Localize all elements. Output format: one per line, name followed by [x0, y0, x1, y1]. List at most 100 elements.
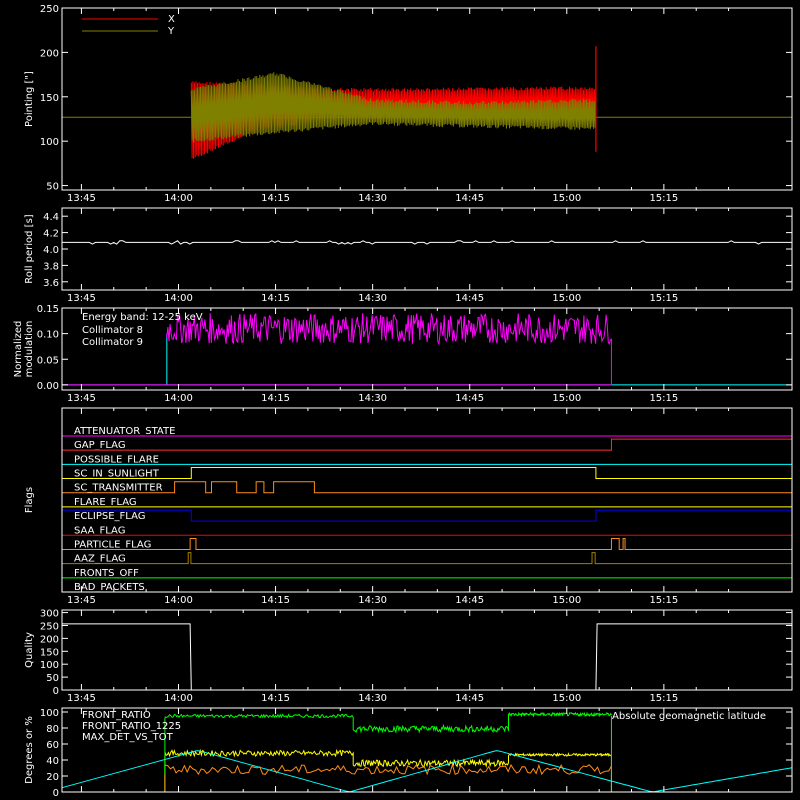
time-tick-label: 14:30: [358, 595, 387, 606]
time-tick-label: 14:45: [455, 693, 484, 704]
flag-label-aaz_flag: AAZ_FLAG: [74, 554, 126, 565]
flag-label-attenuator_state: ATTENUATOR_STATE: [74, 426, 175, 437]
flag-label-flare_flag: FLARE_FLAG: [74, 497, 137, 508]
time-tick-label: 13:45: [67, 193, 96, 204]
y-axis-label: Degrees or %: [24, 716, 35, 784]
y-tick-label: 0.15: [37, 304, 59, 315]
time-tick-label: 15:00: [552, 693, 581, 704]
time-tick-label: 15:15: [649, 193, 678, 204]
time-tick-label: 14:45: [455, 393, 484, 404]
flag-trace-gap_flag: [62, 438, 793, 451]
y-tick-label: 4.2: [43, 229, 59, 240]
y-tick-label: 40: [46, 756, 59, 767]
y-tick-label: 250: [40, 621, 59, 632]
time-tick-label: 14:00: [164, 693, 193, 704]
chart-figure: XY 13:45 14:00 14:15 14:30 14:45 15:00 15:15 Poi…: [13, 4, 793, 799]
collimator-9-trace: [62, 312, 612, 386]
y-axis-label: Roll period [s]: [24, 214, 35, 283]
y-tick-label: 150: [40, 93, 59, 104]
series-absolute-geomagnetic-latitude-trace: [61, 750, 793, 793]
time-tick-label: 14:00: [164, 193, 193, 204]
flag-label-fronts_off: FRONTS_OFF: [74, 568, 139, 579]
flag-label-eclipse_flag: ECLIPSE_FLAG: [74, 511, 145, 522]
time-tick-label: 15:15: [649, 693, 678, 704]
legend-label: FRONT_RATIO_1225: [82, 721, 181, 732]
flag-label-particle_flag: PARTICLE_FLAG: [74, 539, 151, 550]
time-tick-label: 14:15: [261, 595, 290, 606]
series-max_det_vs_tot-trace: [164, 763, 612, 792]
y-tick-label: 100: [40, 137, 59, 148]
time-tick-label: 15:00: [552, 595, 581, 606]
flag-trace-aaz_flag: [62, 552, 792, 565]
flag-label-gap_flag: GAP_FLAG: [74, 440, 126, 451]
time-tick-label: 14:00: [164, 293, 193, 304]
flag-trace-sc_transmitter: [62, 481, 792, 494]
y-tick-label: 20: [46, 772, 59, 783]
time-tick-label: 14:00: [164, 393, 193, 404]
y-tick-label: 3.6: [43, 278, 59, 289]
legend-label: Y: [167, 26, 175, 37]
y-tick-label: 0.10: [37, 330, 59, 341]
legend-label: Collimator 8: [82, 325, 143, 336]
time-tick-label: 15:00: [552, 193, 581, 204]
time-tick-label: 13:45: [67, 293, 96, 304]
time-tick-label: 14:15: [261, 293, 290, 304]
y-axis-label: Quality: [24, 632, 35, 668]
y-tick-label: 60: [46, 740, 59, 751]
time-tick-label: 15:15: [649, 293, 678, 304]
y-axis-label: Pointing ["]: [24, 71, 35, 127]
roll-period-trace: [62, 240, 792, 245]
plot-frame: [61, 609, 793, 691]
flag-trace-eclipse_flag: [61, 509, 793, 522]
time-tick-label: 15:15: [649, 595, 678, 606]
flag-trace-sc_in_sunlight: [62, 467, 792, 480]
legend-label: X: [168, 14, 175, 25]
time-tick-label: 13:45: [67, 393, 96, 404]
y-axis-label: modulation: [24, 321, 35, 378]
energy-band-annotation: Energy band: 12-25 keV: [82, 312, 203, 323]
time-tick-label: 15:15: [649, 393, 678, 404]
y-axis-label: Flags: [24, 487, 35, 513]
y-tick-label: 200: [40, 634, 59, 645]
y-tick-label: 100: [40, 660, 59, 671]
time-tick-label: 15:00: [552, 293, 581, 304]
y-tick-label: 0: [53, 788, 59, 799]
time-tick-label: 14:45: [455, 193, 484, 204]
time-tick-label: 14:00: [164, 595, 193, 606]
y-tick-label: 0: [53, 686, 59, 697]
time-tick-label: 13:45: [67, 595, 96, 606]
plot-frame: [61, 207, 793, 291]
flag-label-possible_flare: POSSIBLE_FLARE: [74, 454, 159, 465]
flag-label-sc_in_sunlight: SC_IN_SUNLIGHT: [74, 469, 160, 480]
time-tick-label: 14:30: [358, 693, 387, 704]
time-tick-label: 13:45: [67, 693, 96, 704]
y-tick-label: 0.05: [37, 355, 59, 366]
time-tick-label: 15:00: [552, 393, 581, 404]
time-tick-label: 14:15: [261, 693, 290, 704]
legend-label: FRONT_RATIO: [82, 710, 151, 721]
y-axis-label: Normalized: [13, 321, 24, 378]
time-tick-label: 14:15: [261, 193, 290, 204]
time-tick-label: 14:45: [455, 595, 484, 606]
flag-label-bad_packets: BAD_PACKETS: [74, 582, 145, 593]
y-tick-label: 4.4: [43, 212, 59, 223]
latitude-annotation: Absolute geomagnetic latitude: [612, 711, 766, 722]
time-tick-label: 14:30: [358, 293, 387, 304]
time-tick-label: 14:30: [358, 193, 387, 204]
y-tick-label: 200: [40, 48, 59, 59]
time-tick-label: 14:45: [455, 293, 484, 304]
y-tick-label: 3.8: [43, 261, 59, 272]
series-y-trace: [190, 72, 597, 143]
y-tick-label: 50: [46, 673, 59, 684]
legend-label: Collimator 9: [82, 337, 143, 348]
flag-trace-particle_flag: [62, 537, 792, 550]
legend-label: MAX_DET_VS_TOT: [82, 732, 174, 743]
y-tick-label: 4.0: [43, 245, 59, 256]
y-tick-label: 0.00: [37, 381, 59, 392]
y-tick-label: 300: [40, 609, 59, 620]
y-tick-label: 150: [40, 647, 59, 658]
time-tick-label: 14:30: [358, 393, 387, 404]
y-tick-label: 100: [40, 708, 59, 719]
y-tick-label: 80: [46, 724, 59, 735]
flag-label-sc_transmitter: SC_TRANSMITTER: [74, 483, 163, 494]
